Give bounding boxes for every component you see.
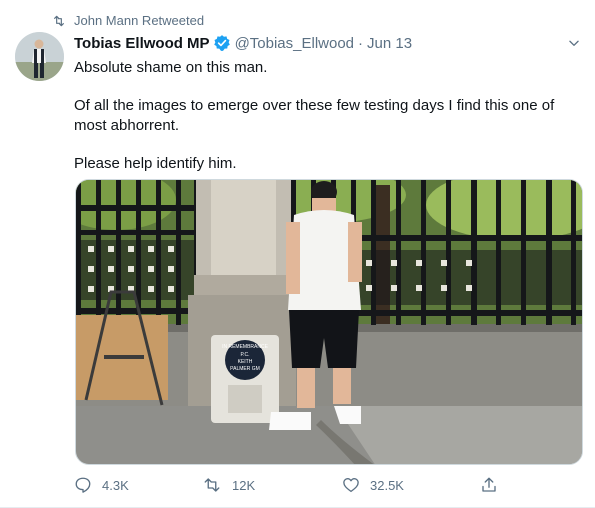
retweet-context: John Mann Retweeted [52, 13, 204, 28]
tweet-text: Absolute shame on this man. Of all the i… [74, 58, 574, 174]
chevron-down-icon [569, 40, 579, 46]
photo-scene: IN REMEMBRANCE P.C. KEITH PALMER GM [76, 180, 582, 464]
reply-icon [75, 477, 91, 493]
like-button[interactable]: 32.5K [342, 476, 404, 494]
avatar[interactable] [15, 32, 64, 81]
tweet-paragraph: Of all the images to emerge over these f… [74, 97, 555, 134]
retweet-button[interactable]: 12K [202, 476, 255, 494]
meta-separator: · [358, 34, 364, 52]
memorial-text: IN REMEMBRANCE [222, 344, 269, 350]
tweet-paragraph: Please help identify him. [74, 155, 237, 172]
retweet-icon [204, 478, 220, 492]
reply-button[interactable]: 4.3K [74, 476, 129, 494]
tweet-photo[interactable]: IN REMEMBRANCE P.C. KEITH PALMER GM [75, 179, 583, 465]
like-count: 32.5K [370, 477, 404, 493]
memorial-text: PALMER GM [230, 366, 260, 372]
retweet-icon [53, 15, 65, 26]
retweet-count: 12K [232, 477, 256, 493]
verified-badge-icon [213, 34, 231, 52]
tweet-header: Tobias Ellwood MP @Tobias_Ellwood · Jun … [74, 34, 412, 52]
tweet-card[interactable]: John Mann Retweeted Tobias Ellwood MP @T… [0, 0, 595, 508]
retweeted-by-label: John Mann Retweeted [74, 13, 205, 28]
author-handle[interactable]: @Tobias_Ellwood [235, 35, 354, 52]
author-name[interactable]: Tobias Ellwood MP [74, 35, 210, 52]
heart-icon [343, 478, 359, 493]
share-icon [482, 477, 496, 492]
reply-count: 4.3K [102, 477, 129, 493]
more-options-button[interactable] [567, 36, 581, 55]
memorial-text: P.C. [240, 352, 249, 358]
share-button[interactable] [480, 476, 508, 494]
tweet-paragraph: Absolute shame on this man. [74, 59, 268, 76]
tweet-timestamp[interactable]: Jun 13 [367, 35, 412, 52]
tweet-actions: 4.3K 12K 32.5K [74, 476, 514, 498]
memorial-text: KEITH [238, 359, 253, 365]
